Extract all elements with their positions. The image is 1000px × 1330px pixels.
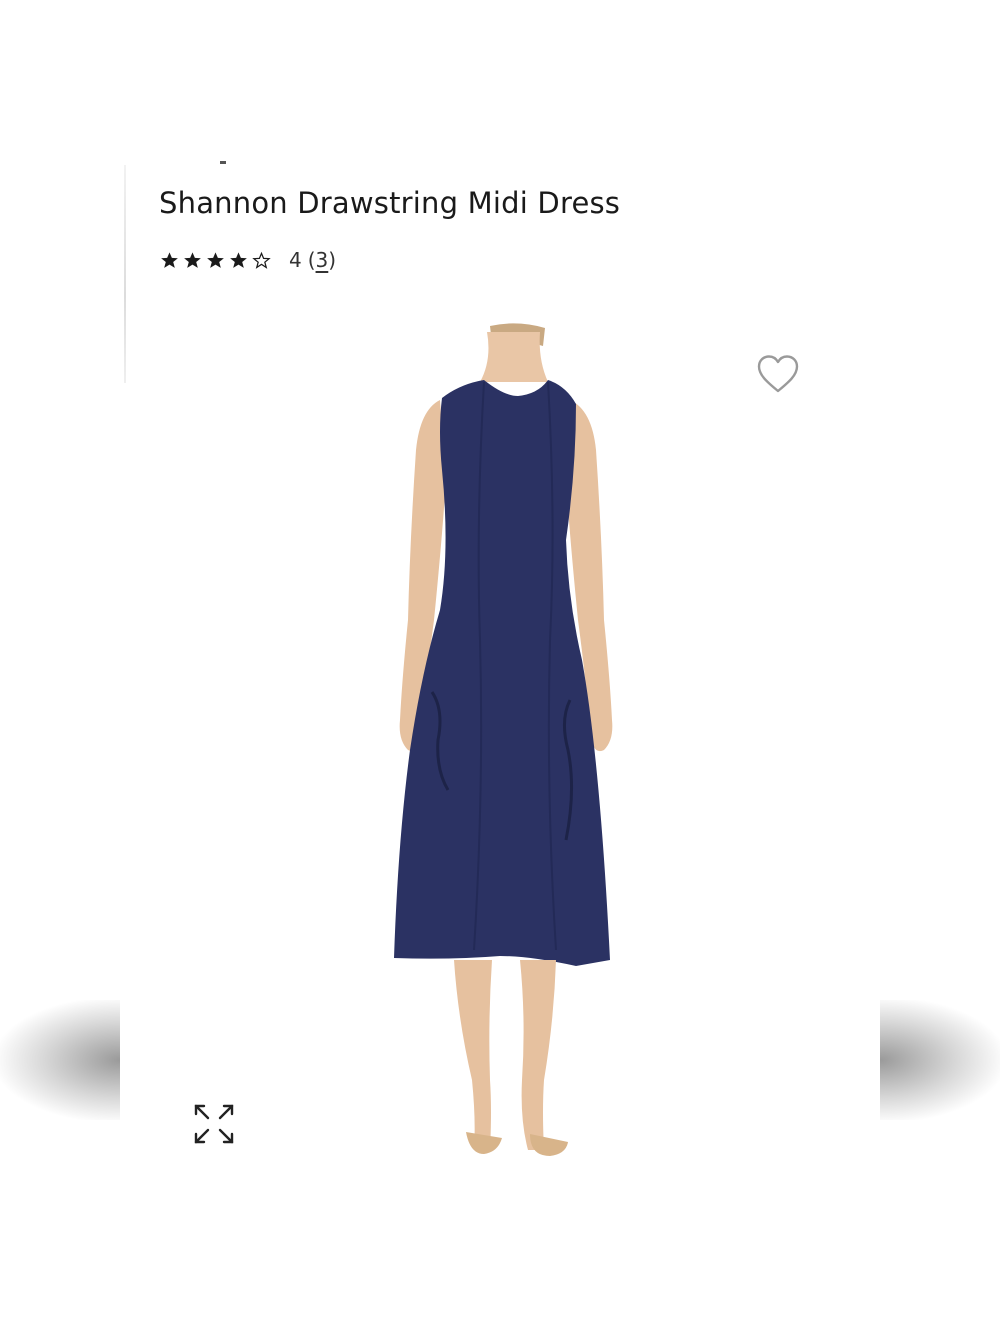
product-title: Shannon Drawstring Midi Dress — [159, 186, 621, 220]
expand-arrows-icon — [194, 1104, 234, 1144]
wishlist-button[interactable] — [755, 352, 801, 396]
dress-photo — [394, 323, 613, 1156]
rating-row[interactable]: 4 (3) — [160, 246, 336, 274]
cropped-text-fragment — [220, 161, 226, 164]
left-backdrop-shadow — [0, 1000, 120, 1120]
star-icon — [207, 251, 224, 268]
rating-value: 4 — [289, 248, 302, 272]
review-count-link[interactable]: (3) — [308, 248, 336, 272]
panel-divider — [124, 165, 126, 383]
expand-image-button[interactable] — [192, 1102, 236, 1146]
right-backdrop-shadow — [880, 1000, 1000, 1120]
star-outline-icon — [252, 251, 271, 269]
star-icon — [184, 251, 201, 268]
heart-outline-icon — [757, 355, 799, 393]
star-icon — [161, 251, 178, 268]
star-icon — [230, 251, 247, 268]
rating-stars — [160, 251, 271, 270]
